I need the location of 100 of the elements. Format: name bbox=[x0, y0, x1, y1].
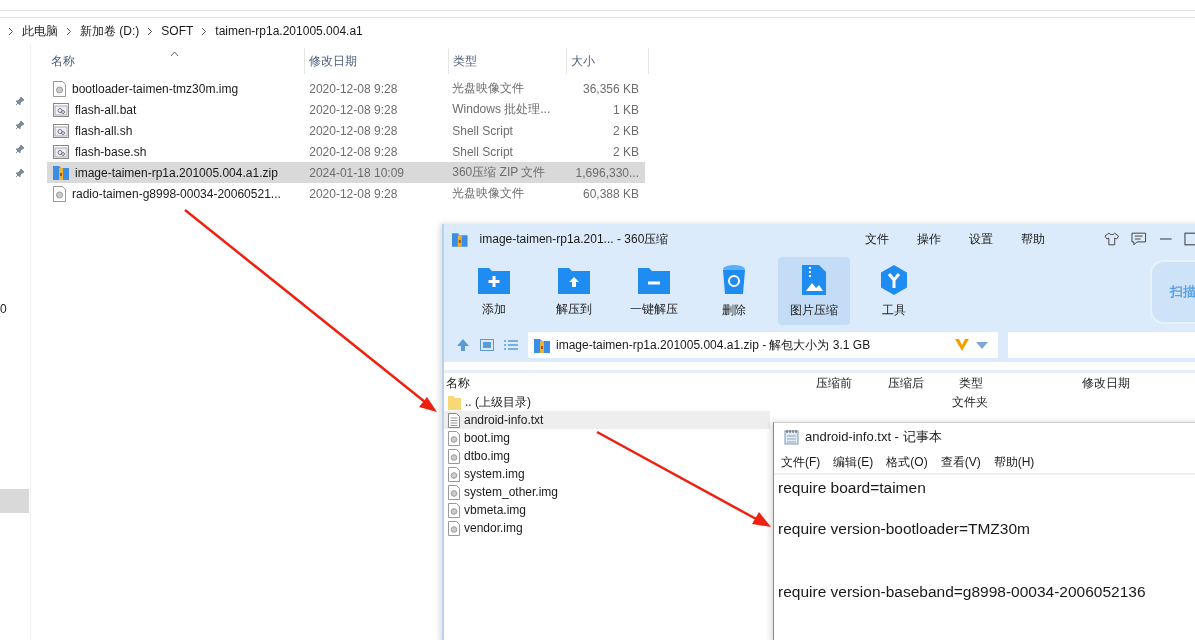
toolbar-button[interactable]: 图片压缩 bbox=[778, 257, 850, 325]
menu-item[interactable]: 格式(O) bbox=[886, 453, 928, 471]
size-cell-text: 1 KB bbox=[612, 102, 640, 117]
v-logo-icon[interactable] bbox=[954, 338, 970, 352]
type-cell-text: 光盘映像文件 bbox=[451, 185, 526, 202]
maximize-icon[interactable] bbox=[1184, 232, 1195, 246]
window-title: android-info.txt - 记事本 bbox=[805, 428, 942, 446]
date-cell-text: 2020-12-08 9:28 bbox=[308, 102, 399, 117]
window-title: image-taimen-rp1a.201... - 360压缩 bbox=[479, 230, 670, 248]
toolbar-button[interactable]: 删除 bbox=[698, 257, 770, 325]
dropdown-caret-icon[interactable] bbox=[976, 341, 988, 349]
notepad-icon bbox=[784, 429, 799, 445]
file-name: system.img bbox=[464, 467, 525, 481]
file-name: bootloader-taimen-tmz30m.img bbox=[72, 81, 239, 96]
archive-entry[interactable]: boot.img bbox=[444, 429, 770, 447]
file-name: flash-all.sh bbox=[75, 123, 133, 138]
column-header[interactable]: 名称 bbox=[444, 374, 814, 392]
menu-item[interactable]: 编辑(E) bbox=[833, 453, 874, 471]
file-name: image-taimen-rp1a.201005.004.a1.zip bbox=[75, 165, 278, 180]
list-view-icon[interactable] bbox=[504, 339, 518, 351]
type-cell-text: Windows 批处理... bbox=[451, 101, 552, 118]
menu-item[interactable]: 帮助 bbox=[1020, 230, 1045, 248]
archive-entry[interactable]: vbmeta.img bbox=[444, 501, 770, 519]
recycle-bin-icon bbox=[721, 263, 747, 296]
size-cell-text: 2 KB bbox=[612, 123, 640, 138]
image-file-icon bbox=[801, 263, 827, 296]
pin-icon[interactable] bbox=[15, 120, 25, 130]
file-row[interactable]: flash-base.sh 2020-12-08 9:28 Shell Script 2 KB bbox=[47, 141, 645, 162]
column-header[interactable]: 大小 bbox=[567, 48, 649, 74]
script-file-icon bbox=[53, 144, 69, 159]
script-file-icon bbox=[53, 123, 69, 138]
breadcrumb-item[interactable]: SOFT bbox=[161, 24, 194, 38]
chevron-icon bbox=[147, 26, 154, 36]
column-header[interactable]: 压缩后 bbox=[886, 374, 957, 392]
size-cell-text: 2 KB bbox=[612, 144, 640, 159]
archive-file-icon bbox=[534, 337, 550, 353]
breadcrumb-item[interactable]: 新加卷 (D:) bbox=[80, 22, 140, 40]
text-file-icon bbox=[448, 412, 460, 428]
toolbar-button[interactable]: 一键解压 bbox=[618, 257, 690, 325]
sort-ascending-icon[interactable] bbox=[170, 51, 179, 57]
file-row[interactable]: bootloader-taimen-tmz30m.img 2020-12-08 9:28 光盘映像文件 36,356 KB bbox=[47, 78, 645, 99]
pin-icon[interactable] bbox=[15, 144, 25, 154]
file-name: flash-all.bat bbox=[75, 102, 137, 117]
archive-entry[interactable]: vendor.img bbox=[444, 519, 770, 537]
archive-entry[interactable]: dtbo.img bbox=[444, 447, 770, 465]
date-cell-text: 2020-12-08 9:28 bbox=[308, 144, 399, 159]
menu-item[interactable]: 操作 bbox=[916, 230, 941, 248]
folder-icon bbox=[448, 394, 461, 410]
archive-entry[interactable]: system.img bbox=[444, 465, 770, 483]
thumbnail-view-icon[interactable] bbox=[480, 339, 494, 351]
search-field[interactable] bbox=[1008, 332, 1195, 358]
breadcrumb-item[interactable]: taimen-rp1a.201005.004.a1 bbox=[215, 24, 363, 38]
toolbar-button[interactable]: 解压到 bbox=[538, 257, 610, 325]
column-header[interactable]: 修改日期 bbox=[1080, 374, 1182, 392]
cut-off-text: 0 bbox=[0, 302, 7, 316]
chevron-icon bbox=[8, 26, 14, 36]
file-row[interactable]: image-taimen-rp1a.201005.004.a1.zip 2024-01-18 10:09 360压缩 ZIP 文件 1,696,330... bbox=[47, 162, 645, 183]
column-header[interactable]: 压缩前 bbox=[814, 374, 886, 392]
size-cell-text: 1,696,330... bbox=[574, 165, 640, 180]
type-cell-text: 光盘映像文件 bbox=[451, 80, 526, 97]
text-area[interactable]: require board=taimen require version-bootloader=TMZ30m require version-baseband=g8998-00034-2006052136 bbox=[774, 475, 1195, 637]
column-header[interactable]: 类型 bbox=[449, 48, 567, 74]
file-row[interactable]: radio-taimen-g8998-00034-20060521... 2020-12-08 9:28 光盘映像文件 60,388 KB bbox=[47, 183, 645, 204]
date-cell-text: 2020-12-08 9:28 bbox=[308, 123, 399, 138]
menu-item[interactable]: 文件(F) bbox=[781, 453, 821, 471]
date-cell-text: 2020-12-08 9:28 bbox=[308, 81, 399, 96]
shirt-icon[interactable] bbox=[1103, 232, 1120, 246]
disc-file-icon bbox=[448, 466, 460, 482]
file-row[interactable]: flash-all.sh 2020-12-08 9:28 Shell Script 2 KB bbox=[47, 120, 645, 141]
column-header[interactable]: 名称 bbox=[47, 48, 305, 74]
date-cell-text: 2024-01-18 10:09 bbox=[308, 165, 405, 180]
toolbar-button[interactable]: 添加 bbox=[458, 257, 530, 325]
file-name: boot.img bbox=[464, 431, 511, 445]
column-header[interactable]: 类型 bbox=[957, 374, 1080, 392]
column-header[interactable]: 修改日期 bbox=[305, 48, 449, 74]
breadcrumb-item[interactable]: 此电脑 bbox=[22, 22, 58, 40]
date-cell-text: 2020-12-08 9:28 bbox=[308, 186, 399, 201]
pin-icon[interactable] bbox=[15, 96, 25, 106]
toolbar-button[interactable]: 工具 bbox=[858, 257, 930, 325]
disc-file-icon bbox=[448, 502, 460, 518]
path-field[interactable]: image-taimen-rp1a.201005.004.a1.zip - 解包大小为 3.1 GB bbox=[528, 332, 998, 358]
message-icon[interactable] bbox=[1131, 232, 1147, 246]
file-name: vbmeta.img bbox=[464, 503, 527, 517]
archive-entry[interactable]: system_other.img bbox=[444, 483, 770, 501]
script-file-icon bbox=[53, 102, 69, 117]
menu-item[interactable]: 文件 bbox=[864, 230, 889, 248]
up-arrow-icon[interactable] bbox=[456, 338, 470, 352]
file-name: vendor.img bbox=[464, 521, 523, 535]
type-cell-text: 文件夹 bbox=[952, 393, 989, 411]
pin-icon[interactable] bbox=[15, 168, 25, 178]
archive-entry[interactable]: android-info.txt bbox=[444, 411, 770, 429]
menu-item[interactable]: 查看(V) bbox=[940, 453, 981, 471]
file-row[interactable]: flash-all.bat 2020-12-08 9:28 Windows 批处理... 1 KB bbox=[47, 99, 645, 120]
menu-item[interactable]: 设置 bbox=[968, 230, 993, 248]
file-name: radio-taimen-g8998-00034-20060521... bbox=[72, 186, 281, 201]
file-name: dtbo.img bbox=[464, 449, 511, 463]
menu-item[interactable]: 帮助(H) bbox=[993, 453, 1035, 471]
archive-file-icon bbox=[53, 165, 69, 180]
type-cell-text: Shell Script bbox=[451, 123, 514, 138]
disc-file-icon bbox=[448, 448, 460, 464]
